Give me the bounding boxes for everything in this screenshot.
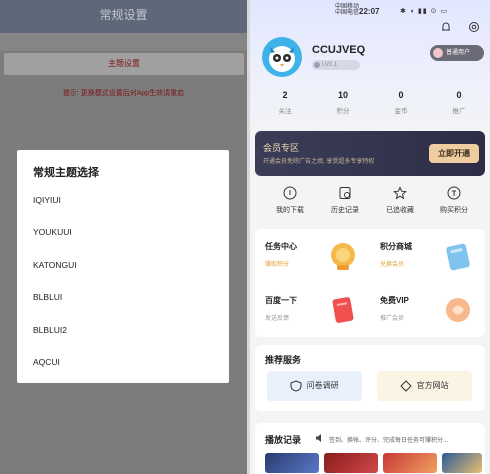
theme-option-katongui[interactable]: KATONGUI: [33, 255, 213, 275]
theme-select-dialog: 常规主题选择 IQIYIUI YOUKUUI KATONGUI BLBLUI B…: [17, 150, 229, 383]
username: CCUJVEQ: [312, 44, 366, 56]
theme-option-aqcui[interactable]: AQCUI: [33, 352, 213, 372]
stat-points[interactable]: 10 积分: [313, 90, 373, 115]
quick-favorites[interactable]: 已追收藏: [370, 186, 430, 215]
level-icon: [314, 62, 320, 68]
theme-option-youkuui[interactable]: YOUKUUI: [33, 222, 213, 242]
diamond-icon: [400, 380, 413, 392]
history-thumbnail[interactable]: [383, 453, 437, 473]
history-thumbnail[interactable]: [324, 453, 378, 473]
theme-option-blblui[interactable]: BLBLUI: [33, 287, 213, 307]
profile-screen: 中国移动 中国电信 22:07 ✱ ◖ ▮▮ ⊙ ▭ CCUJVEQ LV0.1…: [250, 0, 490, 474]
play-history: 播放记录 签到、换帐、评分、完成每日任务可赚积分...: [255, 423, 485, 474]
stats-row: 2 关注 10 积分 0 金币 0 推广: [250, 90, 490, 120]
theme-option-blblui2[interactable]: BLBLUI2: [33, 320, 213, 340]
history-thumbnail[interactable]: [442, 453, 482, 473]
avatar-owl-icon: [269, 46, 295, 72]
quick-history[interactable]: 历史记录: [315, 186, 375, 215]
stat-promote[interactable]: 0 推广: [429, 90, 489, 115]
dialog-title: 常规主题选择: [33, 167, 99, 179]
open-vip-button[interactable]: 立即开通: [429, 144, 479, 163]
theme-settings-button[interactable]: 主题设置: [4, 53, 244, 75]
status-bar: 中国移动 中国电信 22:07 ✱ ◖ ▮▮ ⊙ ▭: [250, 0, 490, 20]
quick-actions: 我的下载 历史记录 已追收藏 购买积分: [250, 186, 490, 220]
quick-downloads[interactable]: 我的下载: [260, 186, 320, 215]
theme-option-iqiyiui[interactable]: IQIYIUI: [33, 190, 213, 210]
recommended-services: 推荐服务 问卷调研 官方网站: [255, 345, 485, 411]
level-badge: LV0.1: [312, 60, 360, 70]
stat-coins[interactable]: 0 金币: [371, 90, 431, 115]
star-icon: [393, 186, 407, 200]
quick-buy-points[interactable]: 购买积分: [424, 186, 484, 215]
card-free-vip[interactable]: 免费VIP 推广会员: [370, 283, 485, 337]
avatar[interactable]: [262, 37, 302, 77]
history-thumbnail[interactable]: [265, 453, 319, 473]
history-title: 播放记录: [265, 435, 302, 445]
services-title: 推荐服务: [265, 355, 302, 365]
vip-banner-desc: 开通会员免除广告之烦, 享受超多专享特权: [263, 159, 375, 165]
speaker-icon: [316, 434, 321, 442]
stat-follow[interactable]: 2 关注: [255, 90, 315, 115]
notification-icon[interactable]: [440, 21, 452, 33]
card-baidu[interactable]: 百度一下 发送反馈: [255, 283, 370, 337]
theme-settings-screen: 常规设置 主题设置 提示: 更换模式设置后对App生效请重启 常规主题选择 IQ…: [0, 0, 247, 474]
survey-button[interactable]: 问卷调研: [267, 371, 362, 401]
settings-icon[interactable]: [468, 21, 480, 33]
card-task-center[interactable]: 任务中心 赚取积分: [255, 229, 370, 283]
gift-icon: [446, 298, 470, 322]
vip-banner: 会员专区 开通会员免除广告之烦, 享受超多专享特权 立即开通: [255, 131, 485, 176]
feature-cards: 任务中心 赚取积分 积分商城 兑换会员 百度一下 发送反馈 免费VIP 推广会员: [255, 229, 485, 337]
left-topbar: 常规设置: [0, 0, 247, 33]
search-card-icon: [332, 297, 354, 323]
status-time: 22:07: [359, 7, 380, 16]
left-band: [0, 33, 247, 51]
status-icons: ✱ ◖ ▮▮ ⊙ ▭: [400, 8, 449, 15]
heart-shield-icon: [290, 380, 302, 392]
download-icon: [283, 186, 297, 200]
card-points-mall[interactable]: 积分商城 兑换会员: [370, 229, 485, 283]
restart-hint: 提示: 更换模式设置后对App生效请重启: [62, 90, 185, 97]
history-note: 签到、换帐、评分、完成每日任务可赚积分...: [329, 438, 449, 444]
history-icon: [339, 187, 351, 199]
carrier-text: 中国移动 中国电信: [335, 4, 360, 16]
vip-banner-title: 会员专区: [263, 143, 300, 153]
task-icon: [331, 243, 355, 270]
points-icon: [447, 186, 461, 200]
user-type-pill[interactable]: 普通用户: [430, 45, 484, 61]
official-site-button[interactable]: 官方网站: [377, 371, 472, 401]
left-topbar-title: 常规设置: [99, 8, 148, 22]
mall-icon: [446, 243, 470, 271]
user-type-icon: [433, 48, 443, 58]
